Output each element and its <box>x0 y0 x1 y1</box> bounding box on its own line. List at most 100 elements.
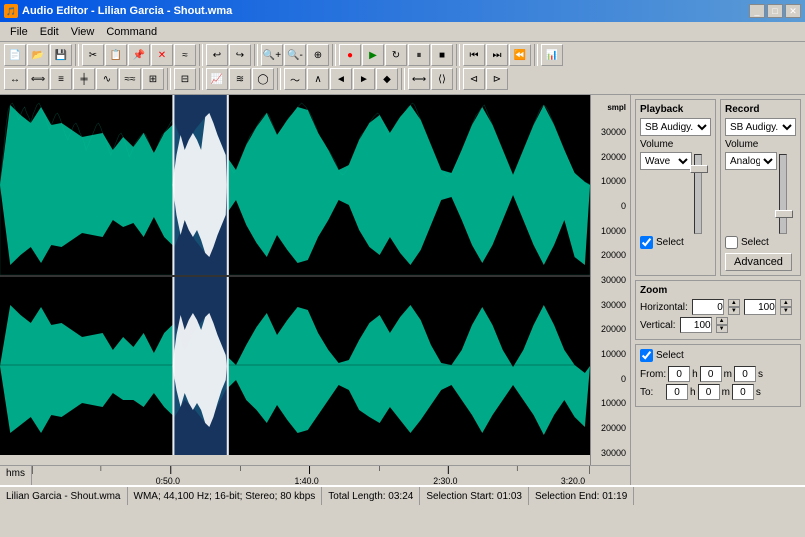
waveform-with-scale: smpl 30000 20000 10000 0 10000 20000 300… <box>0 95 630 465</box>
menu-command[interactable]: Command <box>100 24 163 40</box>
tb-pause[interactable]: ⏸ <box>408 44 430 66</box>
tb-record[interactable]: ● <box>339 44 361 66</box>
tb-save[interactable]: 💾 <box>50 44 72 66</box>
tb2-5[interactable]: ∿ <box>96 68 118 90</box>
window-title: Audio Editor - Lilian Garcia - Shout.wma <box>22 5 232 17</box>
menu-edit[interactable]: Edit <box>34 24 65 40</box>
tb-paste[interactable]: 📌 <box>128 44 150 66</box>
playback-section: Playback SB Audigy. Volume Wave <box>635 99 716 276</box>
zoom-horizontal-label: Horizontal: <box>640 302 688 313</box>
tb-play[interactable]: ▶ <box>362 44 384 66</box>
zoom-horizontal-start[interactable] <box>692 299 724 315</box>
tb-new[interactable]: 📄 <box>4 44 26 66</box>
main-content: smpl 30000 20000 10000 0 10000 20000 300… <box>0 95 805 485</box>
tb-cut[interactable]: ✂ <box>82 44 104 66</box>
to-h[interactable] <box>666 384 688 400</box>
select-checkbox[interactable] <box>640 349 653 362</box>
zoom-vertical-value[interactable] <box>680 317 712 333</box>
tb-mix[interactable]: ≈ <box>174 44 196 66</box>
status-format: WMA; 44,100 Hz; 16-bit; Stereo; 80 kbps <box>128 487 323 505</box>
tb2-13[interactable]: ∧ <box>307 68 329 90</box>
menu-bar: File Edit View Command <box>0 22 805 42</box>
zoom-h-end-up[interactable]: ▲ <box>780 299 792 307</box>
tb-zoom-in[interactable]: 🔍+ <box>261 44 283 66</box>
zoom-vertical-row: Vertical: ▲ ▼ <box>640 317 796 333</box>
playback-select-checkbox[interactable] <box>640 236 653 249</box>
tb2-1[interactable]: ↔ <box>4 68 26 90</box>
title-bar: 🎵 Audio Editor - Lilian Garcia - Shout.w… <box>0 0 805 22</box>
tb2-19[interactable]: ⊲ <box>463 68 485 90</box>
from-h[interactable] <box>668 366 690 382</box>
to-s-label: s <box>756 387 761 398</box>
tb-redo[interactable]: ↪ <box>229 44 251 66</box>
tb-prev[interactable]: ⏮ <box>463 44 485 66</box>
tb2-4[interactable]: ╪ <box>73 68 95 90</box>
tb-copy[interactable]: 📋 <box>105 44 127 66</box>
playback-select-label: Select <box>656 237 684 248</box>
tb-next[interactable]: ⏭ <box>486 44 508 66</box>
svg-text:0:50.0: 0:50.0 <box>156 476 180 485</box>
tb2-20[interactable]: ⊳ <box>486 68 508 90</box>
tb2-2[interactable]: ⟺ <box>27 68 49 90</box>
playback-device-select[interactable]: SB Audigy. <box>640 118 711 136</box>
tb-loop[interactable]: ↻ <box>385 44 407 66</box>
tb2-sep4 <box>401 68 405 90</box>
tb-to-start[interactable]: ⏪ <box>509 44 531 66</box>
from-m[interactable] <box>700 366 722 382</box>
tb-zoom-out[interactable]: 🔍- <box>284 44 306 66</box>
scale-spacer <box>590 466 630 485</box>
advanced-button[interactable]: Advanced <box>725 253 792 271</box>
tb2-7[interactable]: ⊞ <box>142 68 164 90</box>
playback-volume-slider[interactable] <box>690 165 708 173</box>
tb-open[interactable]: 📂 <box>27 44 49 66</box>
zoom-h-start-up[interactable]: ▲ <box>728 299 740 307</box>
menu-view[interactable]: View <box>65 24 101 40</box>
tb-delete[interactable]: ✕ <box>151 44 173 66</box>
tb2-8[interactable]: ⊟ <box>174 68 196 90</box>
tb2-12[interactable]: 〜 <box>284 68 306 90</box>
toolbar-area: 📄 📂 💾 ✂ 📋 📌 ✕ ≈ ↩ ↪ 🔍+ 🔍- ⊕ ● ▶ ↻ ⏸ ■ ⏮ … <box>0 42 805 95</box>
menu-file[interactable]: File <box>4 24 34 40</box>
record-volume-slider[interactable] <box>775 210 793 218</box>
tb2-6[interactable]: ≈≈ <box>119 68 141 90</box>
tb-undo[interactable]: ↩ <box>206 44 228 66</box>
close-button[interactable]: ✕ <box>785 4 801 18</box>
tb2-11[interactable]: ◯ <box>252 68 274 90</box>
record-select-row: Select <box>725 236 796 249</box>
record-volume-type[interactable]: Analog M <box>725 152 777 170</box>
tb2-3[interactable]: ≡ <box>50 68 72 90</box>
zoom-h-end-down[interactable]: ▼ <box>780 307 792 315</box>
zoom-horizontal-end[interactable] <box>744 299 776 315</box>
record-volume-label: Volume <box>725 139 796 150</box>
record-device-select[interactable]: SB Audigy. <box>725 118 796 136</box>
tb2-9[interactable]: 📈 <box>206 68 228 90</box>
zoom-horizontal-row: Horizontal: ▲ ▼ ▲ ▼ <box>640 299 796 315</box>
playback-volume-type[interactable]: Wave <box>640 152 692 170</box>
tb2-10[interactable]: ≋ <box>229 68 251 90</box>
tb-extra1[interactable]: 📊 <box>541 44 563 66</box>
tb2-18[interactable]: ⟨⟩ <box>431 68 453 90</box>
amp-label-20k-2: 20000 <box>591 243 628 268</box>
minimize-button[interactable]: _ <box>749 4 765 18</box>
to-s[interactable] <box>732 384 754 400</box>
toolbar-row-2: ↔ ⟺ ≡ ╪ ∿ ≈≈ ⊞ ⊟ 📈 ≋ ◯ 〜 ∧ ◄ ► ◆ ⟷ ⟨⟩ ⊲ … <box>4 68 801 90</box>
waveform-svg <box>0 95 590 455</box>
from-s[interactable] <box>734 366 756 382</box>
tb2-17[interactable]: ⟷ <box>408 68 430 90</box>
amp-label-0-1: 0 <box>591 194 628 219</box>
tb2-15[interactable]: ► <box>353 68 375 90</box>
to-m[interactable] <box>698 384 720 400</box>
tb-stop[interactable]: ■ <box>431 44 453 66</box>
record-select-checkbox[interactable] <box>725 236 738 249</box>
zoom-h-start-down[interactable]: ▼ <box>728 307 740 315</box>
amp-label-0-2: 0 <box>591 366 628 391</box>
tb-sep2 <box>199 44 203 66</box>
tb-sep6 <box>534 44 538 66</box>
zoom-v-up[interactable]: ▲ <box>716 317 728 325</box>
tb2-16[interactable]: ◆ <box>376 68 398 90</box>
zoom-v-down[interactable]: ▼ <box>716 325 728 333</box>
waveform-display[interactable] <box>0 95 590 465</box>
tb2-14[interactable]: ◄ <box>330 68 352 90</box>
maximize-button[interactable]: □ <box>767 4 783 18</box>
tb-zoom-sel[interactable]: ⊕ <box>307 44 329 66</box>
